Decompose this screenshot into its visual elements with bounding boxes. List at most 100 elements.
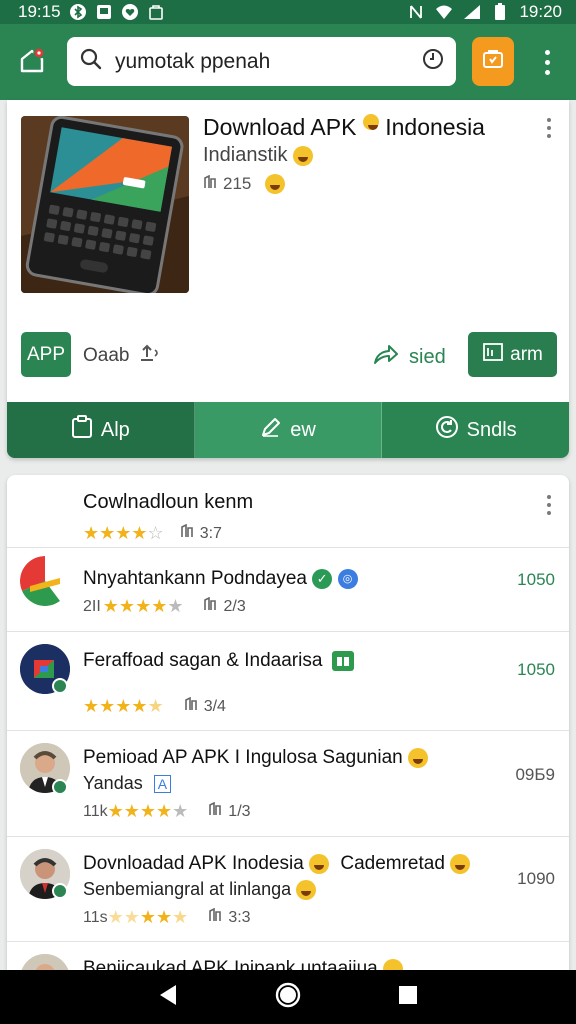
tab-alp[interactable]: Alp — [7, 402, 195, 458]
back-icon[interactable] — [158, 984, 178, 1011]
item-title-suffix: Cademretad — [340, 853, 445, 874]
item-title-text: Nnyahtankann Podndayea — [83, 568, 307, 589]
item-value: 1050 — [517, 660, 555, 679]
upload-icon — [139, 343, 161, 369]
badge-icon: ◎ — [337, 568, 358, 589]
item-value: 1050 — [517, 570, 555, 589]
status-time-right: 19:20 — [519, 2, 562, 21]
item-count: 1/3 — [228, 802, 251, 820]
count-icon — [203, 174, 217, 194]
featured-app-image — [21, 116, 189, 293]
list-item[interactable]: Feraffoad sagan & Indaarisa ★★★★★ 3/4 10… — [7, 631, 569, 731]
clipboard-icon — [71, 415, 93, 445]
count-icon — [180, 523, 194, 543]
item-rating-prefix: 11s — [83, 908, 108, 926]
tab-sndls[interactable]: Sndls — [382, 402, 569, 458]
status-bar: 19:15 19:20 — [0, 0, 576, 24]
list-item-meta: 11s ★★★★★ 3:3 — [83, 907, 251, 928]
laughing-emoji-icon — [450, 853, 471, 874]
laughing-emoji-icon — [309, 853, 330, 874]
letter-badge: A — [153, 775, 172, 793]
star-rating: ★★★★★ — [102, 596, 184, 616]
featured-title-suffix: Indonesia — [385, 114, 485, 140]
download-list-card: Cowlnadloun kenm ★★★★☆ 3:7 Nnyahtankann … — [7, 475, 569, 975]
status-time-left: 19:15 — [18, 2, 61, 21]
shopping-tag-icon — [481, 47, 505, 76]
list-item-title: Nnyahtankann Podndayea ✓ ◎ — [83, 568, 358, 590]
tab-ew[interactable]: ew — [194, 402, 383, 458]
item-subtitle-text: Yandas — [83, 773, 143, 793]
heart-icon — [121, 4, 139, 20]
list-card-menu[interactable] — [541, 495, 557, 519]
pen-icon — [260, 416, 282, 444]
item-value: 09Б9 — [515, 765, 555, 784]
farm-button[interactable]: arm — [468, 332, 557, 377]
list-item-title: Pemioad AP APK I Ingulosa Sagunian — [83, 747, 428, 769]
system-nav-bar — [0, 970, 576, 1024]
list-item-subtitle: Yandas A — [83, 773, 172, 794]
laughing-emoji-icon — [408, 747, 428, 768]
overflow-dot — [547, 503, 551, 507]
shopping-tag-button[interactable] — [472, 37, 514, 86]
list-item-subtitle: Senbemiangral at linlanga — [83, 879, 317, 901]
frame-icon — [482, 342, 504, 368]
featured-left-action[interactable]: Oaab — [83, 343, 161, 369]
count-icon — [203, 596, 217, 616]
tab-alp-label: Alp — [100, 418, 130, 441]
overflow-menu-button[interactable] — [532, 42, 562, 82]
status-badge — [52, 883, 68, 899]
recents-icon[interactable] — [398, 985, 418, 1010]
item-count: 3:3 — [228, 908, 251, 926]
signal-icon — [463, 4, 481, 20]
star-rating: ★★★★★ — [83, 696, 164, 716]
featured-app-card[interactable]: Download APK Indonesia Indianstik 215 AP… — [7, 100, 569, 458]
home-alert-button[interactable] — [0, 24, 64, 100]
featured-subtitle-text: Indianstik — [203, 144, 288, 166]
emoji-icon — [362, 114, 379, 130]
item-rating-prefix: 2II — [83, 597, 101, 615]
clock-icon[interactable] — [422, 48, 444, 75]
app-badge[interactable]: APP — [21, 332, 71, 377]
notification-icon — [95, 4, 113, 20]
list-item-meta: ★★★★★ 3/4 — [83, 696, 226, 717]
featured-app-meta: 215 — [203, 174, 286, 194]
laughing-emoji-icon — [265, 174, 286, 194]
star-rating: ★★★★★ — [107, 907, 189, 927]
bluetooth-icon — [69, 4, 87, 20]
list-header-rating: ★★★★☆ 3:7 — [83, 523, 222, 544]
tab-sndls-label: Sndls — [466, 418, 517, 441]
featured-meta-count: 215 — [223, 174, 252, 193]
overflow-dot — [544, 59, 550, 65]
share-button[interactable]: sied — [373, 343, 446, 371]
list-item[interactable]: Pemioad AP APK I Ingulosa Sagunian Yanda… — [7, 730, 569, 830]
share-label: sied — [409, 345, 446, 368]
farm-label: arm — [510, 343, 543, 365]
book-icon — [331, 650, 354, 671]
featured-card-menu[interactable] — [541, 118, 557, 142]
search-input[interactable]: yumotak ppenah — [115, 50, 422, 74]
search-bar[interactable]: yumotak ppenah — [67, 37, 456, 86]
header-rating-value: 3:7 — [199, 524, 222, 542]
wifi-icon — [435, 4, 453, 20]
status-badge — [52, 779, 68, 795]
item-subtitle-text: Senbemiangral at linlanga — [83, 879, 292, 899]
item-count: 2/3 — [223, 597, 246, 615]
overflow-dot — [547, 134, 551, 138]
featured-app-title[interactable]: Download APK Indonesia — [203, 114, 485, 141]
item-title-text: Dovnloadad APK Inodesia — [83, 853, 304, 874]
count-icon — [184, 696, 198, 716]
refresh-icon — [435, 415, 459, 445]
item-title-text: Feraffoad sagan & Indaarisa — [83, 650, 323, 671]
featured-app-subtitle: Indianstik — [203, 144, 314, 167]
list-item[interactable]: Dovnloadad APK Inodesia Cademretad Senbe… — [7, 836, 569, 936]
list-item-title: Dovnloadad APK Inodesia Cademretad — [83, 853, 471, 875]
item-value: 1090 — [517, 869, 555, 888]
home-icon[interactable] — [275, 982, 301, 1013]
overflow-menu-icon — [547, 118, 551, 122]
overflow-dot — [547, 511, 551, 515]
app-bar: yumotak ppenah — [0, 24, 576, 100]
battery-icon — [491, 3, 509, 20]
overflow-menu-icon — [544, 49, 550, 55]
star-rating: ★★★★★ — [107, 801, 189, 821]
app-avatar — [20, 556, 70, 606]
